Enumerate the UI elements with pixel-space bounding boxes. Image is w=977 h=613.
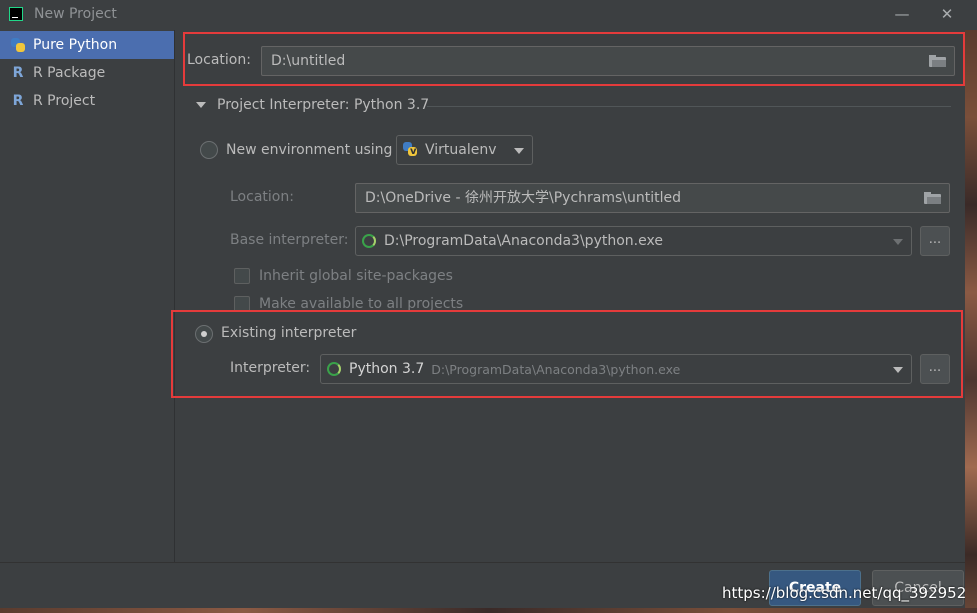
env-location-value: D:\OneDrive - 徐州开放大学\Pychrams\untitled — [365, 190, 681, 206]
base-interpreter-browse-button[interactable]: ... — [920, 226, 950, 256]
window-title: New Project — [34, 6, 117, 22]
highlight-box-interpreter — [171, 310, 963, 398]
base-interpreter-value: D:\ProgramData\Anaconda3\python.exe — [384, 233, 663, 249]
interpreter-section-title[interactable]: Project Interpreter: Python 3.7 — [217, 97, 429, 113]
new-environment-radio[interactable] — [200, 141, 218, 159]
collapse-triangle-icon[interactable] — [196, 102, 206, 108]
environment-tool-select[interactable]: v Virtualenv — [396, 135, 533, 165]
virtualenv-icon: v — [403, 142, 419, 158]
base-interpreter-select[interactable]: D:\ProgramData\Anaconda3\python.exe — [355, 226, 912, 256]
python-conda-icon — [362, 234, 376, 248]
chevron-down-icon — [514, 148, 524, 154]
sidebar-item-label: Pure Python — [33, 37, 118, 53]
close-button[interactable]: ✕ — [937, 4, 957, 24]
folder-icon[interactable] — [924, 192, 941, 204]
pycharm-icon — [9, 7, 23, 21]
sidebar-item-r-project[interactable]: R R Project — [0, 87, 174, 115]
inherit-packages-checkbox[interactable] — [234, 268, 250, 284]
sidebar-item-r-package[interactable]: R R Package — [0, 59, 174, 87]
python-icon — [10, 37, 26, 53]
chevron-down-icon — [893, 239, 903, 245]
r-icon: R — [12, 65, 24, 81]
settings-panel: Location: D:\untitled Project Interprete… — [171, 30, 977, 562]
base-interpreter-label: Base interpreter: — [230, 232, 349, 248]
project-type-sidebar: Pure Python R R Package R R Project — [0, 30, 175, 562]
title-bar: New Project — ✕ — [0, 0, 977, 30]
inherit-packages-label: Inherit global site-packages — [259, 268, 453, 284]
new-environment-label[interactable]: New environment using — [226, 142, 392, 158]
r-icon: R — [12, 93, 24, 109]
minimize-button[interactable]: — — [892, 4, 912, 24]
section-divider — [427, 106, 951, 107]
watermark-text: https://blog.csdn.net/qq_39295220 — [722, 584, 977, 602]
sidebar-item-label: R Package — [33, 65, 106, 81]
sidebar-item-label: R Project — [33, 93, 96, 109]
sidebar-item-pure-python[interactable]: Pure Python — [0, 31, 174, 59]
background-wallpaper-edge — [965, 30, 977, 613]
background-wallpaper-edge — [0, 608, 977, 613]
env-location-label: Location: — [230, 189, 294, 205]
environment-tool-value: Virtualenv — [425, 142, 497, 158]
env-location-input[interactable]: D:\OneDrive - 徐州开放大学\Pychrams\untitled — [355, 183, 950, 213]
highlight-box-location — [183, 32, 965, 86]
